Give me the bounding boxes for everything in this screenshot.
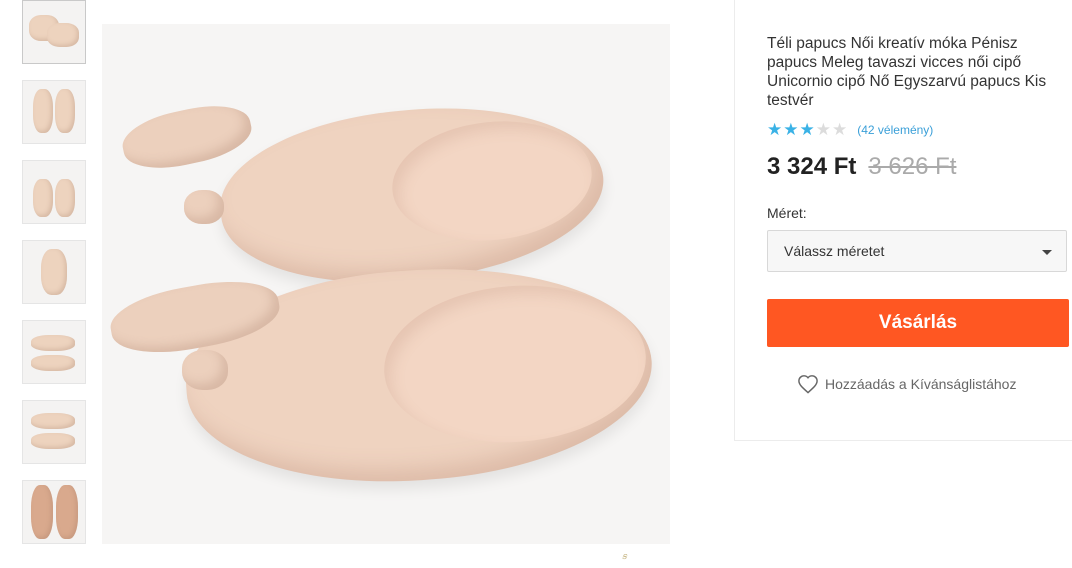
product-main-image[interactable] [102,24,670,544]
thumbnail-shape [31,335,75,351]
current-price: 3 324 Ft [767,153,857,180]
thumbnail-shape [31,485,53,539]
wishlist-label: Hozzáadás a Kívánságlistához [825,376,1017,392]
caret-down-icon [1042,250,1052,255]
buy-button[interactable]: Vásárlás [767,299,1069,347]
thumbnail-shape [31,413,75,429]
product-rating: ★ ★ ★ ★ ★ (42 vélemény) [767,121,933,138]
image-watermark: ꞩ [622,552,627,562]
star-icon: ★ [832,120,848,139]
product-title: Téli papucs Női kreatív móka Pénisz papu… [767,35,1047,109]
thumbnail-shape [33,179,53,217]
star-icon: ★ [767,120,783,139]
original-price: 3 626 Ft [868,153,957,180]
star-icon: ★ [799,120,815,139]
price-row: 3 324 Ft 3 626 Ft [767,153,956,181]
thumbnail-shape [56,485,78,539]
thumbnail-shape [55,89,75,133]
add-to-wishlist-link[interactable]: Hozzáadás a Kívánságlistához [797,374,1016,394]
size-label: Méret: [767,205,807,221]
thumbnail-6[interactable] [22,400,86,464]
thumbnail-7[interactable] [22,480,86,544]
thumbnail-shape [31,433,75,449]
thumbnail-shape [47,23,79,47]
slipper-back-toe [117,97,257,177]
heart-outline-icon [798,375,818,394]
product-info-panel: Téli papucs Női kreatív móka Pénisz papu… [734,0,1072,441]
thumbnail-4[interactable] [22,240,86,304]
size-select-value: Válassz méretet [784,243,885,259]
star-icon: ★ [783,120,799,139]
slipper-front-knob [182,350,228,390]
thumbnail-shape [33,89,53,133]
thumbnail-3[interactable] [22,160,86,224]
thumbnail-1[interactable] [22,0,86,64]
slipper-back-knob [184,190,224,224]
thumbnail-2[interactable] [22,80,86,144]
thumbnail-shape [55,179,75,217]
star-icon: ★ [815,120,831,139]
thumbnail-5[interactable] [22,320,86,384]
thumbnail-shape [41,249,67,295]
size-select[interactable]: Válassz méretet [767,230,1067,272]
reviews-link[interactable]: (42 vélemény) [857,123,933,137]
thumbnail-shape [31,355,75,371]
